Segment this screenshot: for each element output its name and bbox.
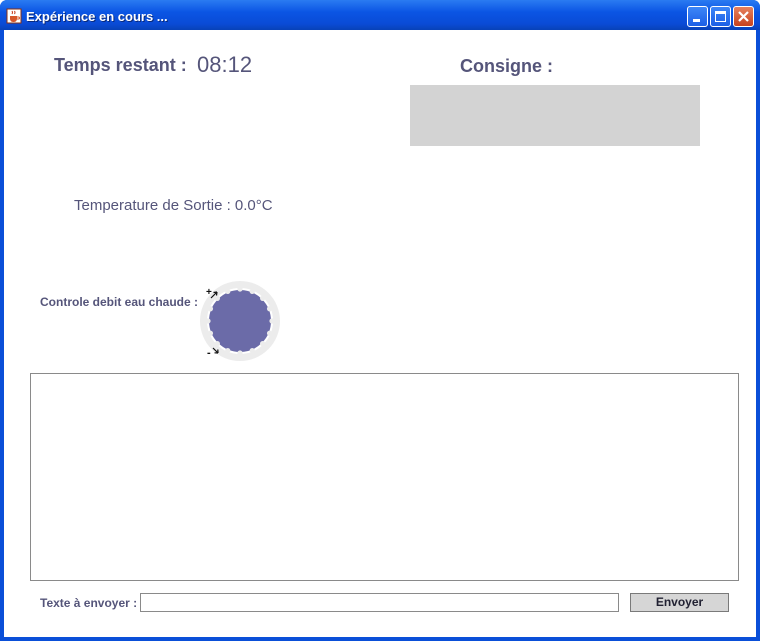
send-button[interactable]: Envoyer — [630, 593, 729, 612]
outlet-temperature-text: Temperature de Sortie : 0.0°C — [74, 197, 273, 214]
minimize-button[interactable] — [687, 6, 708, 27]
maximize-button[interactable] — [710, 6, 731, 27]
knob-notch — [237, 350, 243, 356]
knob-notch — [225, 288, 231, 295]
close-button[interactable] — [733, 6, 754, 27]
close-icon — [738, 11, 749, 22]
knob-notch — [266, 306, 273, 312]
title-bar[interactable]: Expérience en cours ... — [0, 0, 760, 30]
knob-notch — [260, 295, 266, 301]
decrease-sign: - — [207, 347, 211, 359]
send-text-input[interactable] — [140, 593, 619, 612]
consigne-panel — [410, 85, 700, 146]
increase-sign: + — [206, 287, 212, 298]
window-title: Expérience en cours ... — [26, 9, 168, 24]
log-text-area[interactable] — [30, 373, 739, 581]
send-text-label: Texte à envoyer : — [40, 596, 138, 610]
knob-notch — [249, 288, 255, 295]
window-content: Temps restant : 08:12 Consigne : Tempera… — [4, 30, 756, 637]
consigne-label: Consigne : — [460, 56, 553, 76]
knob-notch — [237, 286, 243, 292]
minimize-icon — [693, 19, 700, 22]
knob-notch — [225, 347, 231, 354]
knob-notch — [205, 318, 211, 324]
app-window: Expérience en cours ... Temps restant : … — [0, 0, 760, 641]
java-cup-icon — [6, 8, 22, 24]
knob-notch — [207, 306, 214, 312]
hot-water-flow-label: Controle debit eau chaude : — [40, 295, 199, 309]
knob-notch — [207, 330, 214, 336]
hot-water-flow-knob[interactable]: + - — [197, 281, 287, 371]
knob-notch — [260, 341, 266, 347]
knob-notch — [269, 318, 275, 324]
knob-notch — [214, 295, 220, 301]
knob-notch — [214, 341, 220, 347]
knob-notch — [266, 330, 273, 336]
knob-notch — [249, 347, 255, 354]
maximize-icon — [715, 11, 726, 22]
time-remaining-value: 08:12 — [197, 52, 253, 77]
time-remaining-label: Temps restant : — [54, 55, 187, 75]
